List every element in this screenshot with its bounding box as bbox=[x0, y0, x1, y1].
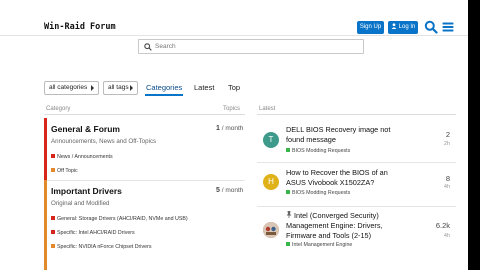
forum-page: Win-Raid Forum Sign Up Log In all catego… bbox=[0, 0, 468, 270]
category-filter-label: all categories bbox=[49, 84, 88, 91]
topic-category-label: BIOS Modding Requests bbox=[292, 148, 351, 154]
subcategory-link[interactable]: Off Topic bbox=[51, 168, 78, 174]
hamburger-menu-icon[interactable] bbox=[441, 20, 455, 34]
topic-title-text: Intel (Converged Security) Management En… bbox=[286, 211, 383, 240]
count-period: / month bbox=[221, 187, 244, 194]
divider bbox=[44, 114, 245, 115]
topic-category-label: BIOS Modding Requests bbox=[292, 190, 351, 196]
user-icon bbox=[391, 23, 397, 29]
latest-column-header: Latest bbox=[259, 106, 276, 112]
category-name[interactable]: General & Forum bbox=[51, 124, 120, 134]
caret-right-icon bbox=[130, 85, 133, 91]
pin-icon bbox=[286, 211, 292, 218]
category-column-header: Category bbox=[46, 106, 71, 112]
count-value: 5 bbox=[216, 187, 220, 194]
topic-row[interactable]: Intel (Converged Security) Management En… bbox=[257, 206, 456, 270]
topic-title[interactable]: Intel (Converged Security) Management En… bbox=[286, 211, 408, 241]
avatar[interactable]: H bbox=[263, 174, 279, 190]
tab-categories[interactable]: Categories bbox=[144, 83, 184, 96]
log-in-label: Log In bbox=[398, 24, 416, 30]
tab-latest[interactable]: Latest bbox=[194, 83, 214, 92]
topic-age: 2h bbox=[443, 141, 450, 147]
subcategory-link[interactable]: Specific: Intel AHCI/RAID Drivers bbox=[51, 230, 135, 236]
subcategory-color-icon bbox=[51, 168, 55, 172]
topics-column-header: Topics bbox=[223, 106, 241, 112]
subcategory-link[interactable]: Specific: NVIDIA nForce Chipset Drivers bbox=[51, 244, 152, 250]
subcategory-label: General: Storage Drivers (AHCI/RAID, NVM… bbox=[57, 216, 188, 222]
subcategory-link[interactable]: General: Storage Drivers (AHCI/RAID, NVM… bbox=[51, 216, 188, 222]
tag-filter-dropdown[interactable]: all tags bbox=[103, 81, 138, 95]
topic-category[interactable]: Intel Management Engine bbox=[286, 242, 352, 248]
sign-up-button[interactable]: Sign Up bbox=[357, 21, 384, 34]
topic-reply-count: 2 bbox=[445, 130, 450, 139]
avatar[interactable]: T bbox=[263, 132, 279, 148]
category-color-bar bbox=[44, 180, 47, 270]
site-header: Win-Raid Forum Sign Up Log In bbox=[0, 0, 468, 36]
category-row[interactable]: Important Drivers 5 / month Original and… bbox=[44, 180, 245, 270]
category-row[interactable]: General & Forum 1 / month Announcements,… bbox=[44, 118, 245, 180]
subcategory-color-icon bbox=[51, 154, 55, 158]
category-description: Original and Modified bbox=[51, 200, 110, 207]
category-filter-dropdown[interactable]: all categories bbox=[44, 81, 99, 95]
topic-title[interactable]: DELL BIOS Recovery image not found messa… bbox=[286, 125, 408, 145]
topic-age: 4h bbox=[443, 184, 450, 190]
caret-right-icon bbox=[91, 85, 94, 91]
search-input[interactable] bbox=[155, 41, 355, 52]
avatar-image-icon bbox=[263, 222, 279, 238]
category-topic-count: 1 / month bbox=[216, 125, 243, 132]
search-icon[interactable] bbox=[424, 20, 438, 34]
topic-reply-count: 6.2k bbox=[435, 221, 450, 230]
topic-row[interactable]: T DELL BIOS Recovery image not found mes… bbox=[257, 118, 456, 162]
count-value: 1 bbox=[216, 125, 220, 132]
subcategory-label: Specific: NVIDIA nForce Chipset Drivers bbox=[57, 244, 152, 250]
topic-category-label: Intel Management Engine bbox=[292, 242, 353, 248]
log-in-button[interactable]: Log In bbox=[388, 21, 418, 34]
avatar[interactable] bbox=[263, 222, 279, 238]
category-topic-count: 5 / month bbox=[216, 187, 243, 194]
subcategory-link[interactable]: News / Announcements bbox=[51, 154, 113, 160]
topic-row[interactable]: H How to Recover the BIOS of an ASUS Viv… bbox=[257, 162, 456, 206]
category-color-bar bbox=[44, 118, 47, 180]
category-color-icon bbox=[286, 190, 290, 194]
tag-filter-label: all tags bbox=[108, 84, 129, 91]
category-color-icon bbox=[286, 148, 290, 152]
tab-top[interactable]: Top bbox=[228, 83, 240, 92]
count-period: / month bbox=[221, 125, 244, 132]
category-description: Announcements, News and Off-Topics bbox=[51, 138, 157, 145]
search-box[interactable] bbox=[138, 39, 364, 54]
topic-reply-count: 8 bbox=[445, 174, 450, 183]
subcategory-label: Specific: Intel AHCI/RAID Drivers bbox=[57, 230, 135, 236]
subcategory-color-icon bbox=[51, 230, 55, 234]
topic-title[interactable]: How to Recover the BIOS of an ASUS Vivob… bbox=[286, 168, 408, 188]
subcategory-color-icon bbox=[51, 216, 55, 220]
screen-frame: Win-Raid Forum Sign Up Log In all catego… bbox=[0, 0, 480, 270]
divider bbox=[257, 114, 456, 115]
subcategory-label: News / Announcements bbox=[57, 154, 113, 160]
topic-category[interactable]: BIOS Modding Requests bbox=[286, 190, 350, 196]
category-color-icon bbox=[286, 242, 290, 246]
subcategory-label: Off Topic bbox=[57, 168, 78, 174]
topic-age: 4h bbox=[443, 233, 450, 239]
topic-category[interactable]: BIOS Modding Requests bbox=[286, 148, 350, 154]
subcategory-color-icon bbox=[51, 244, 55, 248]
search-icon bbox=[144, 43, 152, 51]
site-title[interactable]: Win-Raid Forum bbox=[44, 22, 116, 32]
category-name[interactable]: Important Drivers bbox=[51, 186, 122, 196]
